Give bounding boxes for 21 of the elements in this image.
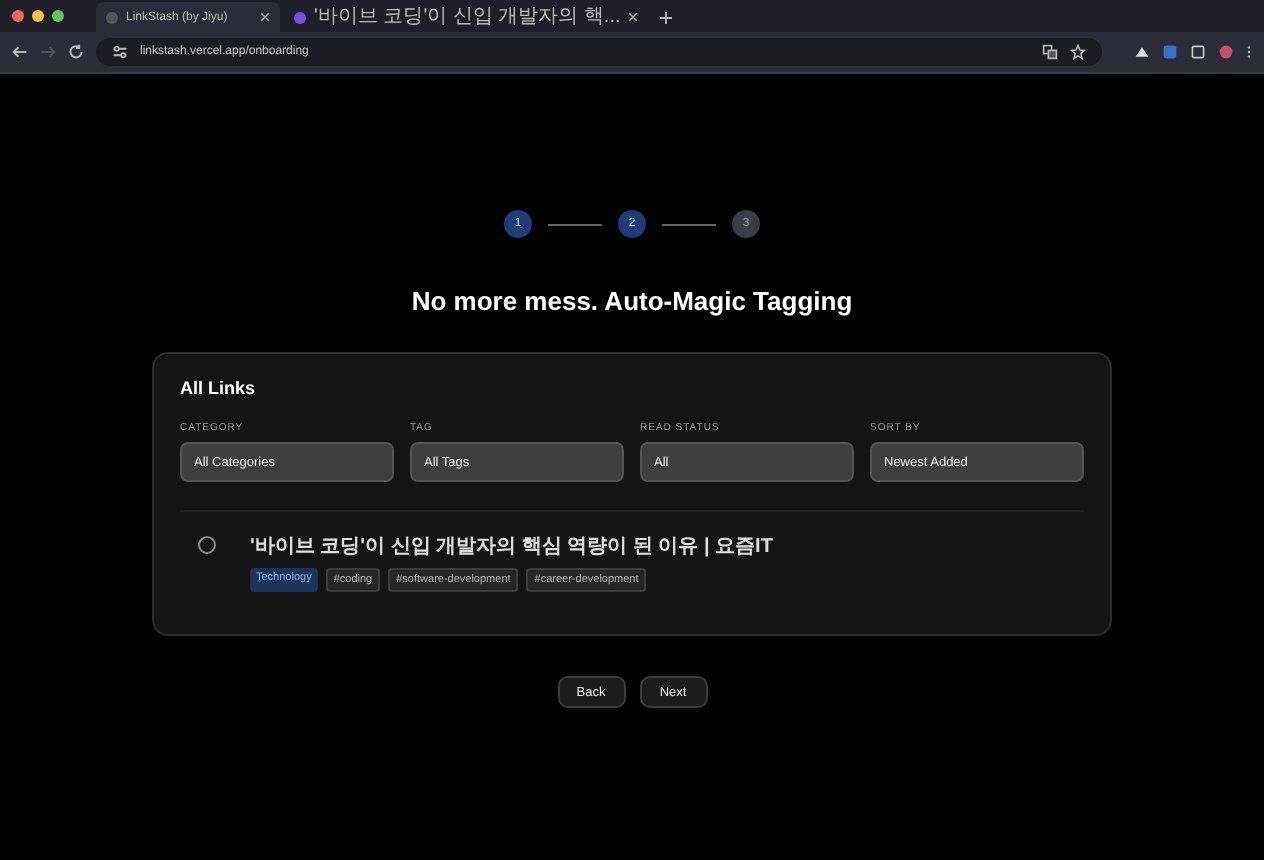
close-icon[interactable] xyxy=(628,12,639,22)
profile-icon[interactable] xyxy=(1218,44,1234,60)
page-heading: No more mess. Auto-Magic Tagging xyxy=(411,286,853,316)
translate-icon[interactable] xyxy=(1042,44,1058,60)
browser-tab[interactable]: '바이브 코딩'이 신입 개발자의 핵... xyxy=(284,2,649,32)
link-title[interactable]: '바이브 코딩'이 신입 개발자의 핵심 역량이 된 이유 | 요즘IT xyxy=(250,536,773,560)
maximize-window-icon[interactable] xyxy=(52,10,64,22)
star-icon[interactable] xyxy=(1070,44,1086,60)
menu-icon[interactable] xyxy=(1246,44,1252,60)
tab-title: '바이브 코딩'이 신입 개발자의 핵... xyxy=(314,5,621,29)
reload-icon[interactable] xyxy=(68,44,84,60)
minimize-window-icon[interactable] xyxy=(32,10,44,22)
card-title: All Links xyxy=(180,378,258,398)
close-window-icon[interactable] xyxy=(12,10,24,22)
site-settings-icon[interactable] xyxy=(112,44,128,60)
back-arrow-icon[interactable] xyxy=(12,44,28,60)
new-tab-icon[interactable] xyxy=(660,12,673,24)
read-toggle[interactable] xyxy=(198,536,216,554)
favicon-icon xyxy=(294,11,306,23)
close-icon[interactable] xyxy=(260,12,270,22)
favicon-icon xyxy=(106,11,118,23)
